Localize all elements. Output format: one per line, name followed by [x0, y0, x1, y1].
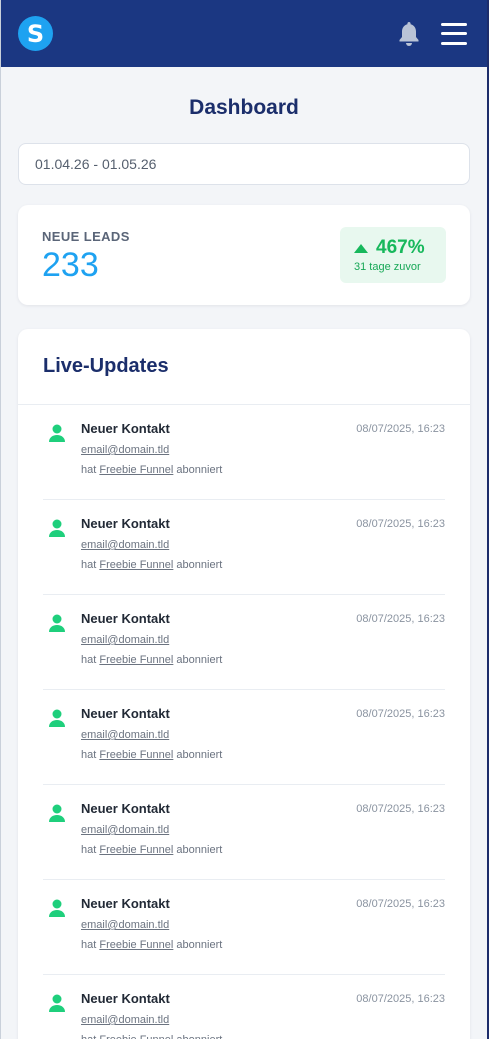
update-timestamp: 08/07/2025, 16:23: [356, 803, 445, 815]
update-list: Neuer Kontakt email@domain.tld hat Freeb…: [18, 405, 470, 1039]
funnel-link[interactable]: Freebie Funnel: [99, 1034, 173, 1039]
contact-email-link[interactable]: email@domain.tld: [81, 539, 445, 551]
update-description: hat Freebie Funnel abonniert: [81, 939, 445, 951]
new-leads-card: NEUE LEADS 233 467% 31 tage zuvor: [18, 205, 470, 305]
contact-email-link[interactable]: email@domain.tld: [81, 634, 445, 646]
live-updates-title: Live-Updates: [43, 355, 169, 377]
list-item: Neuer Kontakt email@domain.tld hat Freeb…: [43, 880, 445, 975]
user-icon: [49, 709, 65, 727]
app-window: S Dashboard 01.04.26 - 01.05.26 NEUE LEA…: [0, 0, 487, 1039]
date-range-picker[interactable]: 01.04.26 - 01.05.26: [18, 143, 470, 185]
leads-label: NEUE LEADS: [42, 228, 130, 244]
update-prefix: hat: [81, 654, 97, 666]
funnel-link[interactable]: Freebie Funnel: [99, 939, 173, 951]
funnel-link[interactable]: Freebie Funnel: [99, 559, 173, 571]
update-description: hat Freebie Funnel abonniert: [81, 464, 445, 476]
update-description: hat Freebie Funnel abonniert: [81, 654, 445, 666]
logo[interactable]: S: [18, 16, 53, 51]
update-timestamp: 08/07/2025, 16:23: [356, 993, 445, 1005]
user-icon: [49, 519, 65, 537]
user-icon: [49, 614, 65, 632]
live-updates-header: Live-Updates: [18, 329, 470, 405]
funnel-link[interactable]: Freebie Funnel: [99, 464, 173, 476]
user-icon: [49, 899, 65, 917]
update-prefix: hat: [81, 464, 97, 476]
list-item: Neuer Kontakt email@domain.tld hat Freeb…: [43, 690, 445, 785]
arrow-up-icon: [354, 243, 368, 253]
contact-email-link[interactable]: email@domain.tld: [81, 444, 445, 456]
update-prefix: hat: [81, 939, 97, 951]
user-icon: [49, 424, 65, 442]
update-description: hat Freebie Funnel abonniert: [81, 749, 445, 761]
update-prefix: hat: [81, 749, 97, 761]
funnel-link[interactable]: Freebie Funnel: [99, 844, 173, 856]
contact-email-link[interactable]: email@domain.tld: [81, 919, 445, 931]
update-timestamp: 08/07/2025, 16:23: [356, 423, 445, 435]
update-timestamp: 08/07/2025, 16:23: [356, 518, 445, 530]
live-updates-card: Live-Updates Neuer Kontakt email@domain.…: [18, 329, 470, 1039]
update-prefix: hat: [81, 844, 97, 856]
update-suffix: abonniert: [176, 464, 223, 476]
update-suffix: abonniert: [176, 844, 223, 856]
leads-info: NEUE LEADS 233: [42, 229, 130, 282]
update-description: hat Freebie Funnel abonniert: [81, 844, 445, 856]
list-item: Neuer Kontakt email@domain.tld hat Freeb…: [43, 785, 445, 880]
funnel-link[interactable]: Freebie Funnel: [99, 749, 173, 761]
leads-value: 233: [42, 245, 99, 284]
growth-note: 31 tage zuvor: [354, 261, 421, 273]
update-description: hat Freebie Funnel abonniert: [81, 1034, 445, 1039]
contact-email-link[interactable]: email@domain.tld: [81, 1014, 445, 1026]
page-title: Dashboard: [189, 96, 299, 119]
update-timestamp: 08/07/2025, 16:23: [356, 708, 445, 720]
growth-top: 467%: [354, 237, 432, 259]
list-item: Neuer Kontakt email@domain.tld hat Freeb…: [43, 405, 445, 500]
update-timestamp: 08/07/2025, 16:23: [356, 613, 445, 625]
growth-badge: 467% 31 tage zuvor: [340, 227, 446, 283]
update-prefix: hat: [81, 1034, 96, 1039]
menu-icon[interactable]: [441, 22, 467, 45]
funnel-link[interactable]: Freebie Funnel: [99, 654, 173, 666]
update-description: hat Freebie Funnel abonniert: [81, 559, 445, 571]
update-suffix: abonniert: [176, 1034, 222, 1039]
list-item: Neuer Kontakt email@domain.tld hat Freeb…: [43, 500, 445, 595]
contact-email-link[interactable]: email@domain.tld: [81, 729, 445, 741]
contact-email-link[interactable]: email@domain.tld: [81, 824, 445, 836]
top-actions: [397, 21, 467, 47]
update-suffix: abonniert: [176, 749, 223, 761]
growth-percent: 467%: [376, 237, 425, 258]
update-suffix: abonniert: [176, 559, 223, 571]
top-bar: S: [1, 0, 487, 67]
user-icon: [49, 804, 65, 822]
list-item: Neuer Kontakt email@domain.tld hat Freeb…: [43, 595, 445, 690]
list-item: Neuer Kontakt email@domain.tld hat Freeb…: [43, 975, 445, 1039]
update-suffix: abonniert: [176, 939, 223, 951]
bell-icon[interactable]: [397, 21, 421, 47]
user-icon: [49, 994, 65, 1012]
update-prefix: hat: [81, 559, 97, 571]
update-timestamp: 08/07/2025, 16:23: [356, 898, 445, 910]
update-suffix: abonniert: [176, 654, 223, 666]
